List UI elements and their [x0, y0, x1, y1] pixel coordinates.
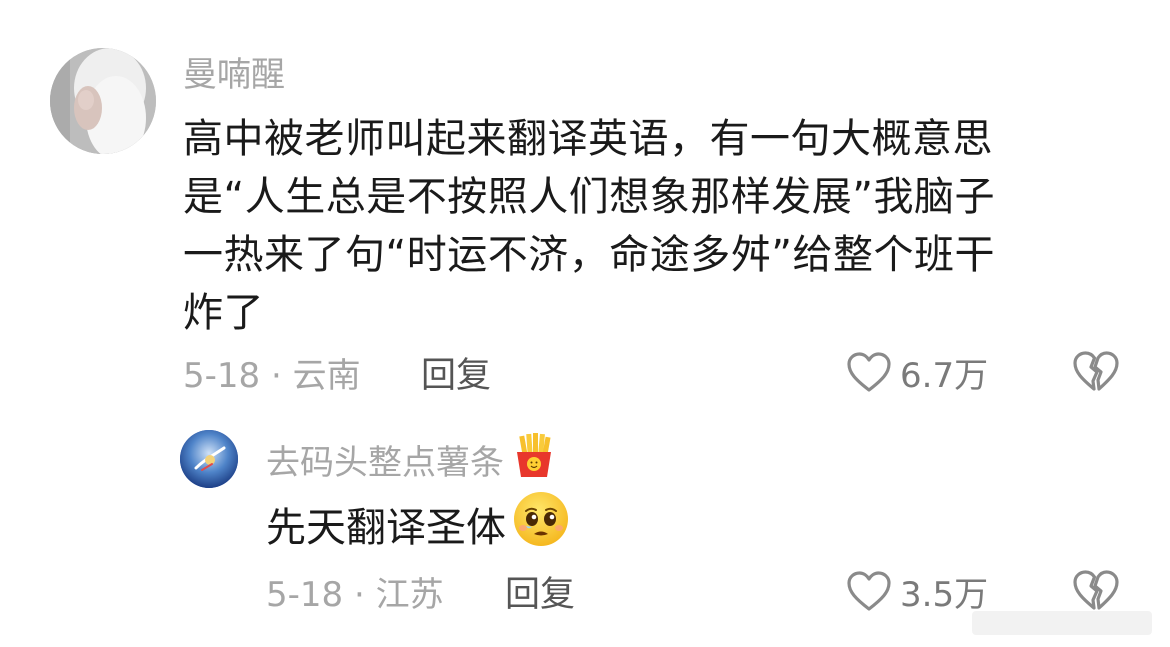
reply-reply-button[interactable]: 回复 [505, 568, 575, 615]
comment-meta: 5-18 · 云南 [183, 355, 361, 396]
comment-username[interactable]: 曼喃醒 [183, 52, 285, 98]
broken-heart-icon [1072, 351, 1120, 397]
heart-outline-icon [846, 570, 892, 612]
reply-username-row: 去码头整点薯条 [266, 432, 556, 484]
reply-text-row: 先天翻译圣体 [266, 492, 570, 553]
reply-meta: 5-18 · 江苏 [266, 574, 444, 615]
pleading-face-emoji-icon [512, 490, 570, 558]
reply-text: 先天翻译圣体 [266, 505, 506, 551]
reply-username[interactable]: 去码头整点薯条 [266, 435, 504, 484]
reply-button[interactable]: 回复 [421, 349, 491, 396]
comment-text: 高中被老师叫起来翻译英语，有一句大概意思 是“人生总是不按照人们想象那样发展”我… [183, 116, 995, 336]
heart-outline-icon [846, 351, 892, 393]
dislike-button[interactable] [1072, 349, 1120, 395]
like-button[interactable]: 6.7万 [846, 347, 988, 397]
watermark [962, 603, 1162, 643]
french-fries-emoji-icon [512, 432, 556, 487]
like-count: 6.7万 [900, 355, 989, 396]
avatar[interactable] [50, 48, 156, 154]
reply-avatar[interactable] [180, 430, 238, 488]
reply-avatar-image [180, 430, 238, 488]
avatar-image [50, 48, 156, 154]
